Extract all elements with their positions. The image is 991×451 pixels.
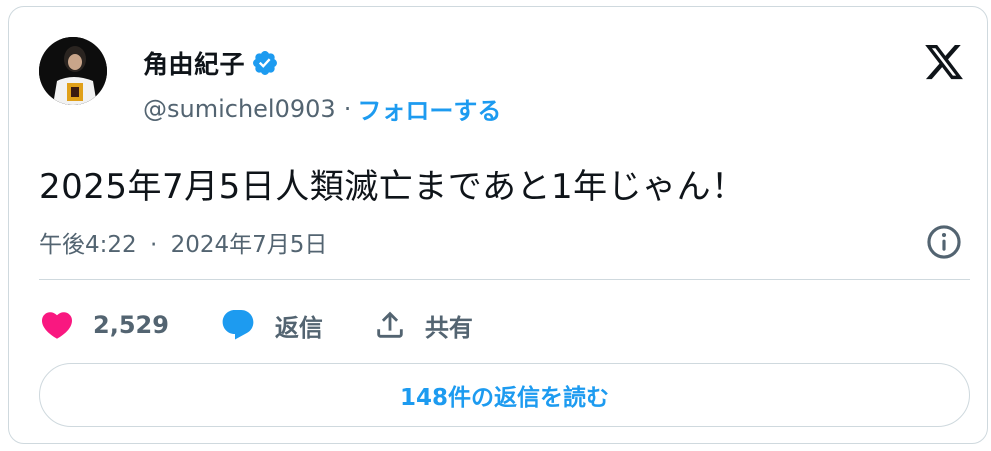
- author-handle-row: @sumichel0903 · フォローする: [143, 91, 501, 126]
- x-logo-icon[interactable]: [921, 41, 967, 83]
- follow-button[interactable]: フォローする: [357, 91, 501, 126]
- like-count: 2,529: [93, 311, 169, 339]
- verified-badge-icon: [253, 51, 277, 75]
- timestamp-separator: ·: [149, 232, 158, 258]
- avatar-image: [39, 37, 107, 105]
- divider: [39, 279, 970, 280]
- tweet-text: 2025年7月5日人類滅亡まであと1年じゃん！: [39, 167, 746, 207]
- share-button[interactable]: 共有: [373, 308, 473, 343]
- heart-icon: [41, 312, 73, 339]
- like-button[interactable]: 2,529: [39, 307, 169, 343]
- author-name[interactable]: 角由紀子: [143, 45, 245, 81]
- author-handle[interactable]: @sumichel0903: [143, 95, 336, 123]
- tweet-timestamp[interactable]: 午後4:22 · 2024年7月5日: [39, 225, 327, 259]
- share-icon: [377, 311, 403, 338]
- info-icon[interactable]: [925, 223, 963, 261]
- tweet-date: 2024年7月5日: [170, 232, 328, 258]
- handle-separator: ·: [343, 94, 352, 123]
- share-label: 共有: [424, 313, 473, 342]
- reply-label: 返信: [274, 313, 323, 342]
- author-name-row: 角由紀子: [143, 45, 279, 81]
- tweet-time: 午後4:22: [39, 232, 137, 258]
- tweet-embed-card: 角由紀子 @sumichel0903 · フォローする 2025年7月5日人類滅…: [8, 6, 988, 444]
- read-replies-button[interactable]: 148件の返信を読む: [39, 363, 970, 427]
- reply-bubble-icon: [222, 310, 254, 340]
- reply-button[interactable]: 返信: [219, 307, 323, 343]
- avatar[interactable]: [39, 37, 107, 105]
- action-bar: 2,529 返信 共有: [39, 303, 473, 347]
